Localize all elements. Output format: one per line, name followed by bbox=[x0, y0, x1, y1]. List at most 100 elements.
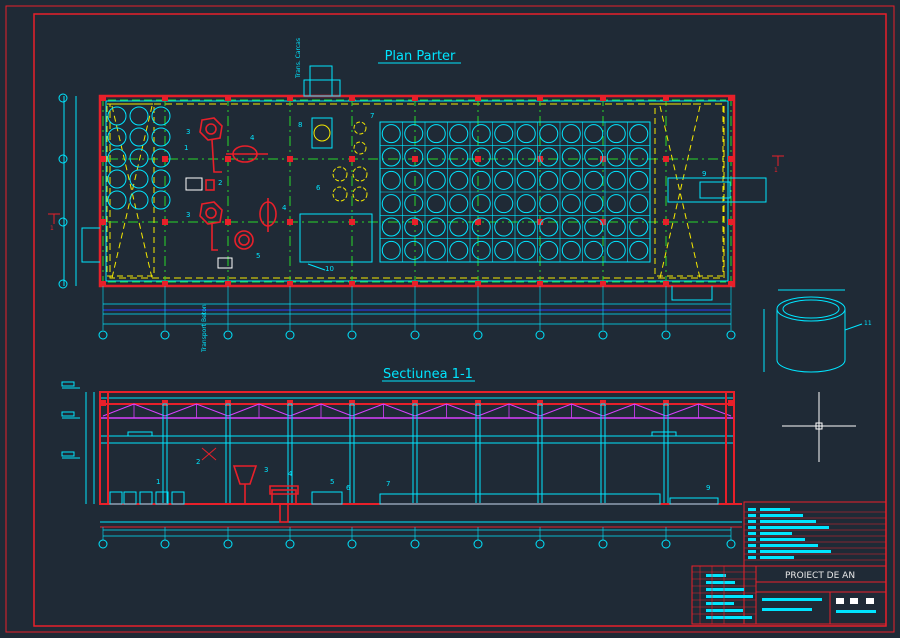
left-wall bbox=[99, 391, 109, 505]
tank-cell bbox=[404, 124, 424, 144]
tank-grid bbox=[380, 122, 650, 262]
tank-cell bbox=[426, 217, 446, 237]
tank-cell bbox=[561, 194, 581, 214]
tb-row-index bbox=[748, 556, 756, 559]
axis-bubble bbox=[160, 330, 170, 340]
plan-column bbox=[225, 156, 231, 162]
plan-column bbox=[287, 156, 293, 162]
svg-text:2: 2 bbox=[196, 458, 200, 466]
tank-cell bbox=[471, 240, 491, 260]
plan-column bbox=[663, 219, 669, 225]
tank-cell bbox=[381, 194, 401, 214]
plan-column bbox=[162, 219, 168, 225]
tank-cell bbox=[381, 124, 401, 144]
plan-column bbox=[412, 219, 418, 225]
tb-row-text bbox=[760, 520, 816, 523]
section-column bbox=[349, 403, 355, 505]
tank-cell bbox=[494, 240, 514, 260]
cad-drawing-sheet: Plan Parter Sectiunea 1-1 Trans. Carcas … bbox=[0, 0, 900, 638]
mixer-2 bbox=[199, 201, 223, 225]
tb-row-text bbox=[760, 508, 790, 511]
left-tank bbox=[151, 127, 171, 147]
tank-cell bbox=[629, 217, 649, 237]
axis-bubble bbox=[347, 539, 357, 549]
svg-text:6: 6 bbox=[316, 184, 321, 192]
tank-cell bbox=[584, 124, 604, 144]
tank-cell bbox=[516, 240, 536, 260]
tank-cell bbox=[629, 194, 649, 214]
left-tank bbox=[151, 106, 171, 126]
equipment-group bbox=[199, 117, 277, 251]
tb-row-index bbox=[748, 550, 756, 553]
tb-row-text bbox=[760, 556, 794, 559]
axis-bubble bbox=[58, 93, 68, 103]
svg-text:3: 3 bbox=[264, 466, 268, 474]
tank-cell bbox=[584, 240, 604, 260]
axis-bubble bbox=[347, 330, 357, 340]
axis-bubble bbox=[726, 330, 736, 340]
axis-bubble bbox=[58, 217, 68, 227]
axis-bubble bbox=[535, 330, 545, 340]
tank-cell bbox=[426, 124, 446, 144]
tank-cell bbox=[629, 170, 649, 190]
axis-bubble bbox=[410, 539, 420, 549]
tb-cell-text bbox=[706, 581, 735, 584]
plan-column bbox=[728, 156, 734, 162]
top-duct-base bbox=[303, 79, 341, 97]
svg-text:2: 2 bbox=[218, 179, 222, 187]
tank-cell bbox=[381, 170, 401, 190]
project-label: PROIECT DE AN bbox=[785, 571, 855, 581]
tank-cell bbox=[516, 194, 536, 214]
tank-cell bbox=[606, 170, 626, 190]
left-tank bbox=[107, 148, 127, 168]
tb-cell-text bbox=[706, 609, 743, 612]
section-hopper bbox=[232, 465, 258, 485]
section-columns bbox=[162, 403, 669, 505]
left-tanks bbox=[107, 106, 171, 210]
plan-column bbox=[663, 95, 669, 101]
tank-cell bbox=[584, 217, 604, 237]
tank-cell bbox=[404, 194, 424, 214]
axis-bubble bbox=[726, 539, 736, 549]
tank-cell bbox=[606, 124, 626, 144]
mixer-2-arm bbox=[211, 224, 218, 251]
plan-column bbox=[475, 95, 481, 101]
left-tank bbox=[129, 190, 149, 210]
plan-column bbox=[728, 219, 734, 225]
axis-bubble bbox=[598, 539, 608, 549]
plan-column bbox=[162, 95, 168, 101]
tb-cell-text bbox=[762, 608, 812, 611]
left-tank bbox=[107, 169, 127, 189]
top-duct bbox=[309, 65, 333, 97]
tb-row-text bbox=[760, 550, 831, 553]
bottom-door bbox=[671, 286, 713, 301]
section-column bbox=[537, 403, 543, 505]
svg-text:1: 1 bbox=[156, 478, 160, 486]
tank-cell bbox=[516, 147, 536, 167]
tank-cell bbox=[539, 170, 559, 190]
tank-cell bbox=[561, 217, 581, 237]
axis-bubble bbox=[58, 279, 68, 289]
mixer-1-arm bbox=[211, 139, 222, 173]
section-marker-left: 1 bbox=[50, 225, 54, 232]
tank-cell bbox=[426, 240, 446, 260]
item-5 bbox=[234, 230, 254, 250]
axis-bubble bbox=[661, 539, 671, 549]
axis-bubble bbox=[98, 539, 108, 549]
tb-row-index bbox=[748, 508, 756, 511]
tb-row-text bbox=[760, 538, 805, 541]
tank-cell bbox=[516, 170, 536, 190]
plan-column bbox=[287, 219, 293, 225]
tank-cell bbox=[426, 147, 446, 167]
left-tank bbox=[129, 148, 149, 168]
tank-cell bbox=[561, 147, 581, 167]
tank-cell bbox=[471, 147, 491, 167]
detail-cylinder bbox=[763, 289, 863, 373]
title-block-rows bbox=[744, 508, 886, 561]
axis-bubble bbox=[410, 330, 420, 340]
plan-column bbox=[475, 156, 481, 162]
axis-bubble bbox=[58, 154, 68, 164]
section-column bbox=[412, 403, 418, 505]
axis-bubble bbox=[598, 330, 608, 340]
transport-side-label: Transport Beton bbox=[201, 304, 208, 353]
